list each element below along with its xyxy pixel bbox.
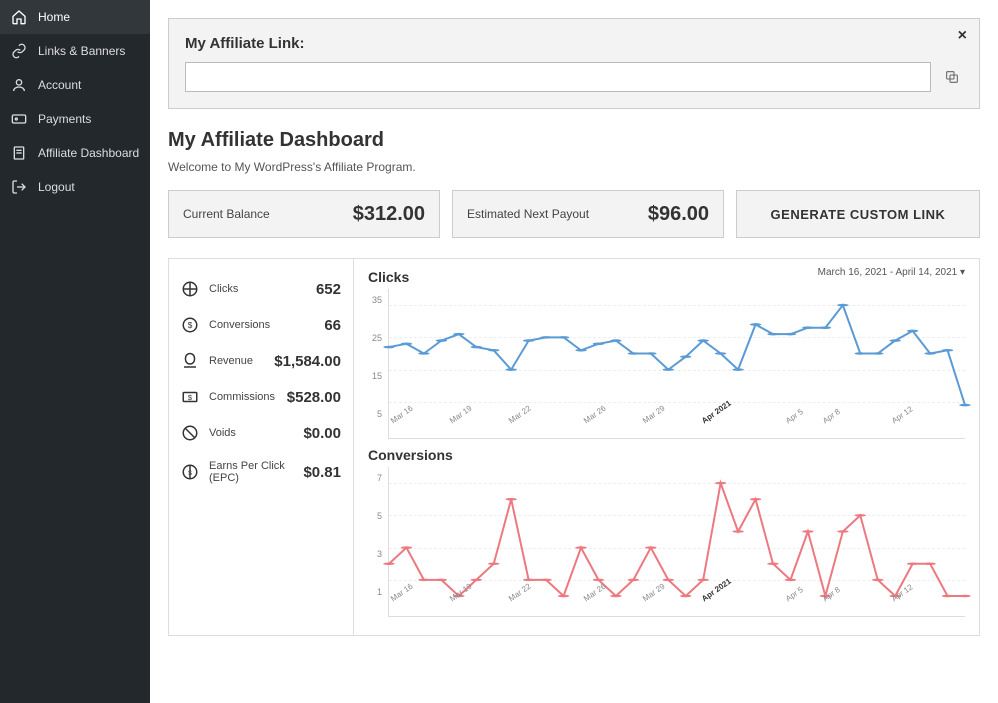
sidebar-item-home[interactable]: Home [0,0,150,34]
sidebar-item-account[interactable]: Account [0,68,150,102]
sidebar: Home Links & Banners Account Payments Af… [0,0,150,703]
document-icon [10,144,28,162]
clicks-icon [181,280,199,298]
main-content: × My Affiliate Link: My Affiliate Dashbo… [150,0,998,703]
next-payout-value: $96.00 [648,203,709,226]
conversions-chart: Conversions 7531 Mar 16Mar 19Mar 22Mar 2… [368,447,965,617]
copy-icon[interactable] [941,66,963,88]
credit-card-icon [10,110,28,128]
chart-plot: Mar 16Mar 19Mar 22Mar 26Mar 29Apr 2021Ap… [388,289,965,439]
user-icon [10,76,28,94]
stat-value: 66 [324,317,341,334]
stats-column: Clicks 652 $ Conversions 66 Revenue $1,58… [169,259,354,635]
chart-plot: Mar 16Mar 19Mar 22Mar 26Mar 29Apr 2021Ap… [388,467,965,617]
sidebar-item-label: Home [38,10,70,24]
link-icon [10,42,28,60]
clicks-chart: Clicks 3525155 Mar 16Mar 19Mar 22Mar 26M… [368,269,965,439]
y-axis: 7531 [368,467,388,617]
voids-icon [181,424,199,442]
welcome-text: Welcome to My WordPress's Affiliate Prog… [168,160,980,174]
stat-voids: Voids $0.00 [181,415,341,451]
home-icon [10,8,28,26]
chart-title: Conversions [368,447,965,463]
sidebar-item-label: Affiliate Dashboard [38,146,139,160]
stat-clicks: Clicks 652 [181,271,341,307]
stat-conversions: $ Conversions 66 [181,307,341,343]
current-balance-value: $312.00 [353,203,425,226]
epc-icon: $ [181,463,199,481]
sidebar-item-payments[interactable]: Payments [0,102,150,136]
stat-value: $0.81 [303,464,341,481]
stat-label: Voids [209,427,236,439]
stat-value: $1,584.00 [274,353,341,370]
current-balance-label: Current Balance [183,207,270,221]
svg-text:$: $ [188,321,193,330]
sidebar-item-label: Payments [38,112,91,126]
current-balance-box: Current Balance $312.00 [168,190,440,238]
stat-label: Earns Per Click (EPC) [209,460,303,484]
sidebar-item-logout[interactable]: Logout [0,170,150,204]
stat-epc: $ Earns Per Click (EPC) $0.81 [181,451,341,493]
affiliate-link-panel: × My Affiliate Link: [168,18,980,109]
stat-commissions: $ Commissions $528.00 [181,379,341,415]
y-axis: 3525155 [368,289,388,439]
logout-icon [10,178,28,196]
generate-custom-link-button[interactable]: GENERATE CUSTOM LINK [736,190,980,238]
date-range-picker[interactable]: March 16, 2021 - April 14, 2021 ▾ [818,267,965,278]
next-payout-box: Estimated Next Payout $96.00 [452,190,724,238]
sidebar-item-links-banners[interactable]: Links & Banners [0,34,150,68]
charts-column: March 16, 2021 - April 14, 2021 ▾ Clicks… [354,259,979,635]
stat-label: Revenue [209,355,253,367]
sidebar-item-label: Links & Banners [38,44,125,58]
stat-value: $0.00 [303,425,341,442]
stat-label: Conversions [209,319,270,331]
stat-label: Commissions [209,391,275,403]
stat-value: $528.00 [287,389,341,406]
page-title: My Affiliate Dashboard [168,129,980,152]
next-payout-label: Estimated Next Payout [467,207,589,221]
revenue-icon [181,352,199,370]
affiliate-link-title: My Affiliate Link: [185,35,963,52]
sidebar-item-affiliate-dashboard[interactable]: Affiliate Dashboard [0,136,150,170]
commissions-icon: $ [181,388,199,406]
stat-value: 652 [316,281,341,298]
svg-text:$: $ [188,393,193,402]
sidebar-item-label: Account [38,78,81,92]
stat-revenue: Revenue $1,584.00 [181,343,341,379]
conversions-icon: $ [181,316,199,334]
affiliate-link-input[interactable] [185,62,931,92]
stat-label: Clicks [209,283,238,295]
sidebar-item-label: Logout [38,180,75,194]
chevron-down-icon: ▾ [960,267,965,278]
close-icon[interactable]: × [958,27,967,45]
